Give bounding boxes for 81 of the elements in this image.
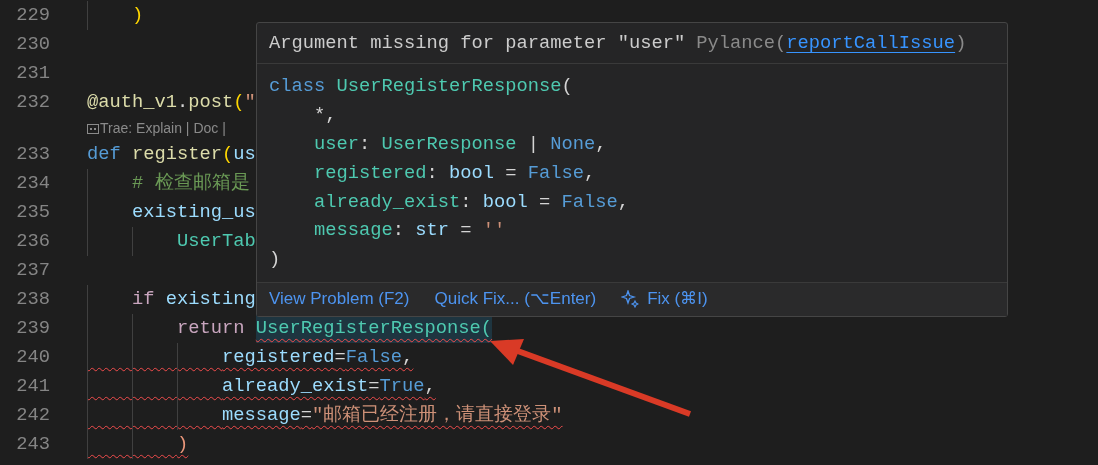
- line-number: 229: [15, 3, 50, 29]
- code-token: return: [177, 316, 246, 342]
- code-token: registered: [222, 345, 335, 371]
- code-token: def: [87, 142, 122, 168]
- code-token: existing: [165, 287, 256, 313]
- code-token: =: [368, 374, 380, 400]
- line-number: 232: [15, 90, 50, 116]
- code-token: ,: [402, 345, 414, 371]
- code-token: message: [313, 218, 393, 244]
- code-token: message: [222, 403, 301, 429]
- line-number: 233: [15, 142, 50, 168]
- code-token: True: [379, 374, 425, 400]
- code-token: False: [527, 160, 585, 186]
- error-message: Argument missing for parameter "user": [269, 30, 686, 56]
- code-token: =: [459, 218, 473, 244]
- line-number: 231: [15, 61, 50, 87]
- code-token: None: [550, 131, 596, 157]
- chat-icon: [87, 123, 99, 134]
- line-number: 236: [15, 229, 50, 255]
- line-number: 241: [15, 374, 50, 400]
- code-token: False: [345, 345, 403, 371]
- line-number: 242: [15, 403, 50, 429]
- code-token: UserTab: [177, 229, 256, 255]
- code-token: '': [482, 218, 506, 244]
- code-token: post: [188, 90, 234, 116]
- error-source: Pylance(: [696, 30, 787, 56]
- code-token: already_exist: [313, 189, 461, 215]
- rule-link[interactable]: reportCallIssue: [786, 28, 956, 58]
- code-token: =: [334, 345, 346, 371]
- code-lens[interactable]: Trae: Explain | Doc |: [100, 118, 226, 139]
- line-number: 235: [15, 200, 50, 226]
- code-token: =: [300, 403, 313, 429]
- code-token: .: [177, 90, 189, 116]
- error-source-end: ): [955, 30, 967, 56]
- code-token: |: [526, 131, 541, 157]
- code-token: @auth_v1: [87, 90, 177, 116]
- code-token: :: [460, 189, 473, 215]
- code-token: =: [538, 189, 552, 215]
- code-token: ,: [617, 189, 630, 215]
- code-token: ,: [595, 131, 607, 157]
- line-number: 234: [15, 171, 50, 197]
- code-token: :: [392, 218, 406, 244]
- code-token: :: [426, 160, 439, 186]
- code-token: *,: [313, 103, 337, 129]
- code-token: class: [269, 74, 327, 100]
- sparkle-icon: [621, 290, 640, 309]
- code-token: ): [269, 247, 281, 273]
- code-token: registered: [313, 160, 427, 186]
- code-token: ,: [584, 160, 596, 186]
- line-number: 243: [15, 432, 50, 458]
- code-token: "邮箱已经注册，请直接登录": [312, 403, 563, 429]
- code-token: (: [233, 90, 245, 116]
- code-token: bool: [449, 160, 495, 186]
- code-token: (: [561, 74, 573, 100]
- action-link[interactable]: Fix (⌘I): [621, 286, 708, 312]
- line-number: 240: [15, 345, 50, 371]
- line-number: 239: [15, 316, 50, 342]
- action-link[interactable]: View Problem (F2): [269, 286, 410, 312]
- code-token: bool: [482, 189, 528, 215]
- code-token: UserResponse: [381, 131, 517, 157]
- code-token: False: [561, 189, 618, 215]
- code-token: ): [177, 432, 189, 458]
- code-token: =: [504, 160, 518, 186]
- code-token: # 检查邮箱是: [132, 171, 250, 197]
- code-token: existing_us: [132, 200, 256, 226]
- code-token: ): [132, 3, 144, 29]
- code-token: UserRegisterResponse: [336, 74, 562, 100]
- code-token: ,: [424, 374, 436, 400]
- line-number: 238: [15, 287, 50, 313]
- line-number: 230: [15, 32, 50, 58]
- code-token: (: [222, 142, 234, 168]
- code-token: if: [132, 287, 156, 313]
- code-token: ": [244, 90, 256, 116]
- code-token: us: [233, 142, 256, 168]
- action-link[interactable]: Quick Fix... (⌥Enter): [434, 286, 597, 312]
- code-token: already_exist: [222, 374, 369, 400]
- code-token: :: [359, 131, 372, 157]
- code-token: str: [415, 218, 450, 244]
- code-token: register: [132, 142, 223, 168]
- code-token: user: [313, 131, 359, 157]
- line-number: 237: [15, 258, 50, 284]
